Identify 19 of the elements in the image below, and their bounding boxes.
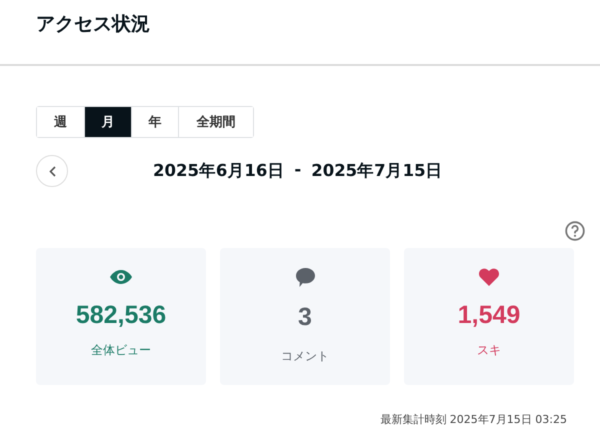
stat-label: コメント <box>281 348 329 365</box>
period-tab[interactable]: 全期間 <box>178 107 253 137</box>
date-separator: - <box>294 160 302 181</box>
stat-label: 全体ビュー <box>91 342 151 359</box>
back-button[interactable] <box>36 155 68 187</box>
end-date: 2025年7月15日 <box>311 160 443 182</box>
period-tab[interactable]: 月 <box>84 107 131 137</box>
stat-value: 1,549 <box>458 300 520 330</box>
chevron-left-icon <box>48 166 56 176</box>
heart-icon <box>479 268 499 286</box>
eye-icon <box>110 270 132 284</box>
speech-bubble-icon <box>294 266 316 288</box>
help-icon[interactable] <box>565 221 585 241</box>
stat-label: スキ <box>477 342 501 359</box>
last-updated-text: 最新集計時刻 2025年7月15日 03:25 <box>379 412 567 427</box>
page-title: アクセス状況 <box>36 12 150 36</box>
stat-value: 582,536 <box>76 300 166 330</box>
start-date: 2025年6月16日 <box>153 160 284 182</box>
stat-value: 3 <box>298 302 312 332</box>
